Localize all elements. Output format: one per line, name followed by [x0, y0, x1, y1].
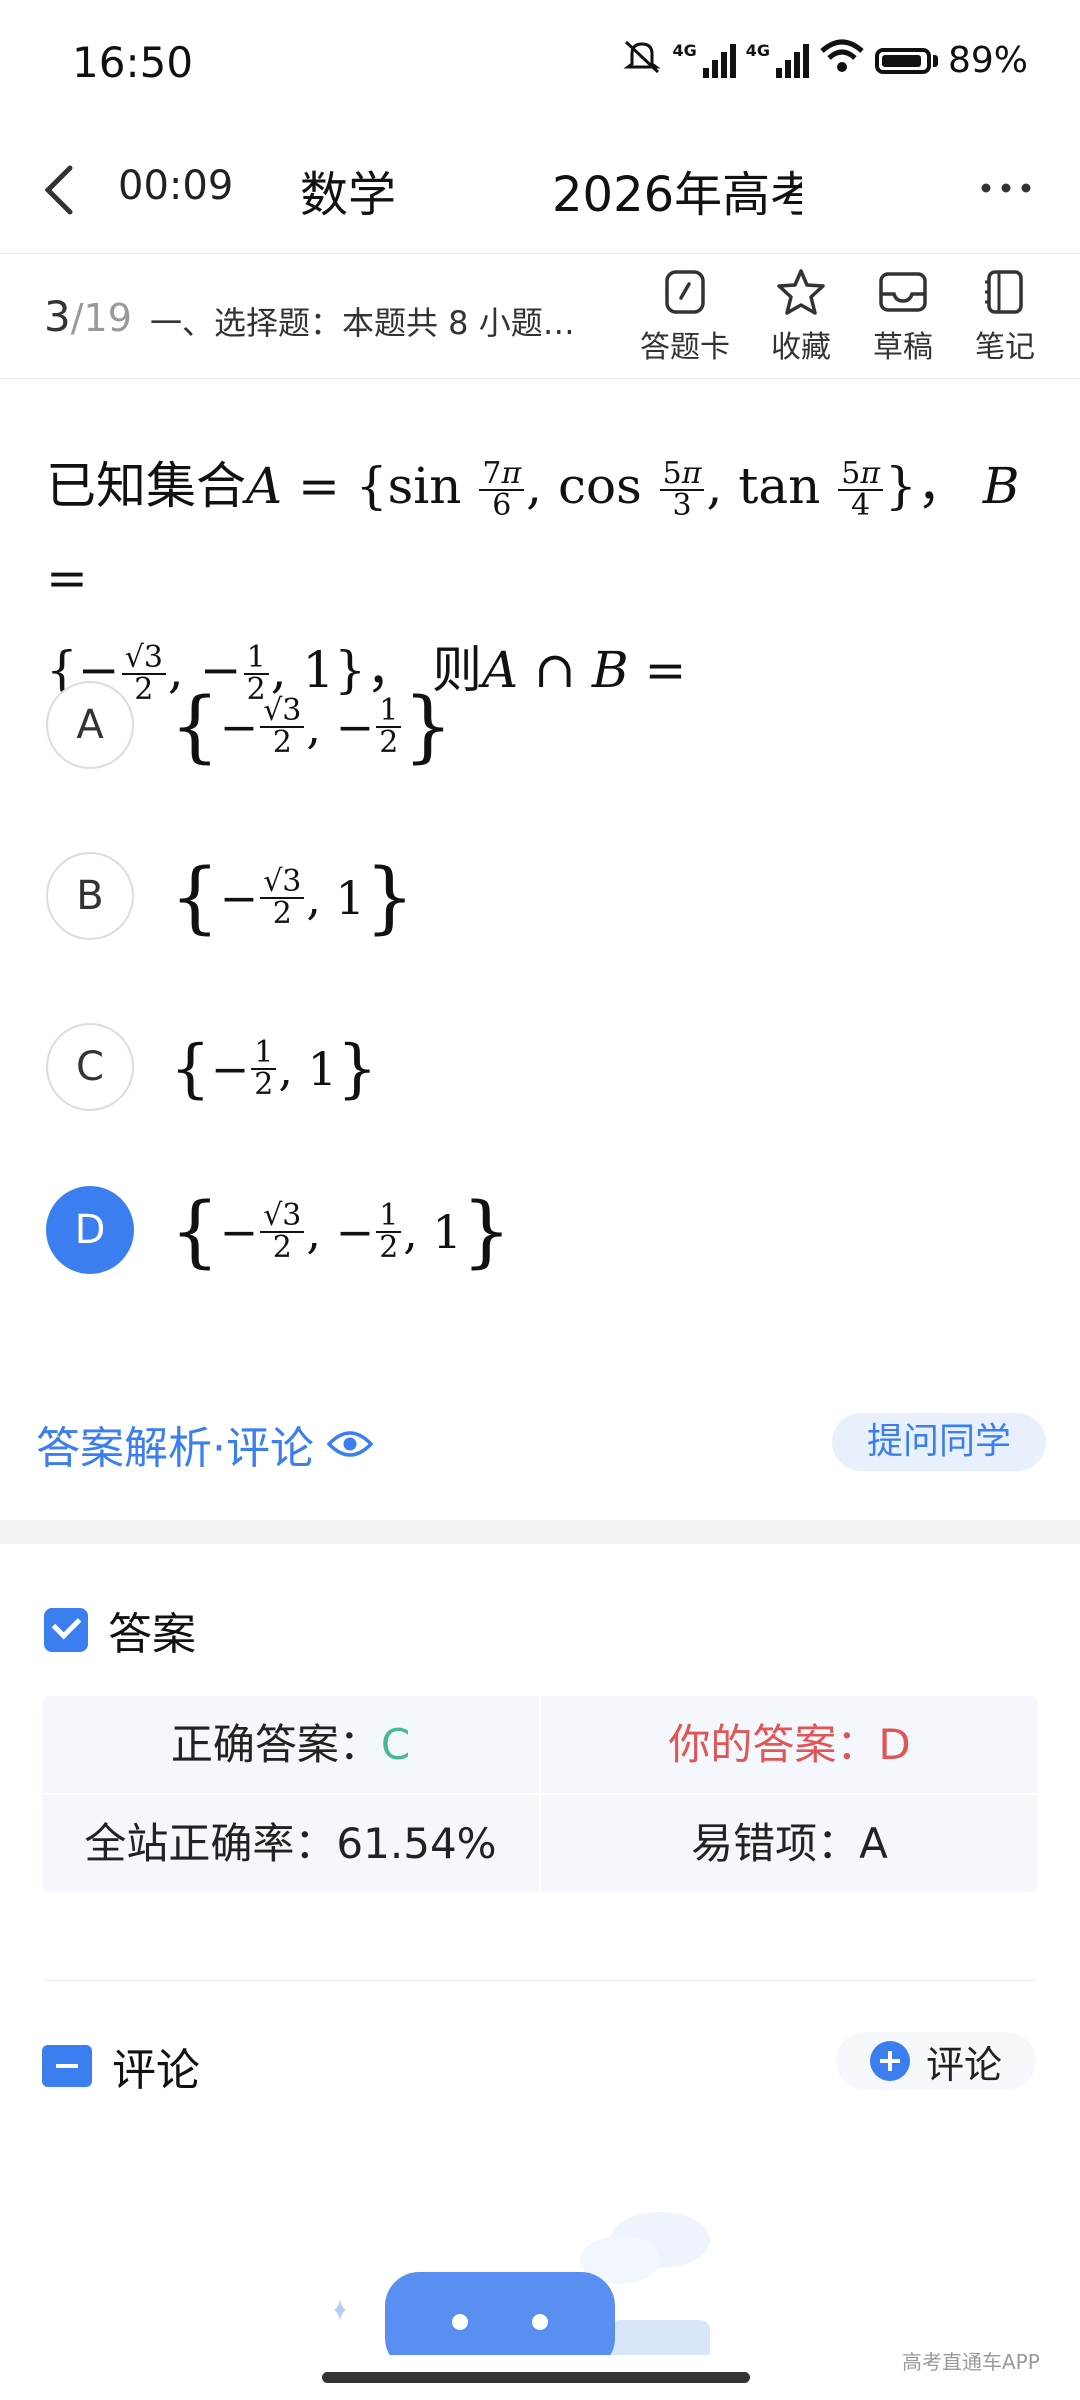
star-icon — [777, 269, 825, 315]
option-letter: B — [46, 852, 134, 940]
eye-icon — [326, 1431, 374, 1457]
correct-answer: 正确答案：C — [170, 1720, 411, 1769]
comment-icon — [42, 2045, 92, 2087]
notebook-icon — [985, 270, 1023, 314]
site-accuracy: 全站正确率：61.54% — [84, 1819, 497, 1868]
option-c[interactable]: C {−1 2, 1} — [46, 1023, 946, 1115]
comments-heading: 评论 — [42, 2034, 200, 2098]
option-letter: C — [46, 1023, 134, 1111]
more-dots-icon — [981, 183, 1031, 193]
option-b[interactable]: B {− √3 2, 1} — [46, 852, 946, 944]
analysis-comments-link[interactable]: 答案解析·评论 — [36, 1412, 374, 1476]
divider — [44, 1980, 1036, 1981]
exam-timer: 00:09 — [118, 163, 234, 209]
your-answer: 你的答案：D — [668, 1720, 911, 1769]
option-content: {−1 2, 1} — [170, 1032, 378, 1106]
section-divider — [0, 1520, 1080, 1544]
wifi-icon — [819, 39, 865, 82]
battery-percent: 89% — [947, 40, 1028, 81]
option-a[interactable]: A {− √3 2, −1 2} — [46, 681, 946, 773]
option-content: {− √3 2, −1 2} — [170, 682, 453, 772]
battery-icon — [874, 47, 931, 74]
chevron-left-icon — [44, 165, 73, 215]
draft-button[interactable]: 草稿 — [858, 268, 948, 366]
network-type-1: 4G — [672, 41, 697, 60]
option-letter: A — [46, 681, 134, 769]
favorite-button[interactable]: 收藏 — [756, 268, 846, 366]
question-counter: 3/19 — [44, 292, 132, 341]
section-title: 一、选择题：本题共 8 小题… — [150, 304, 575, 342]
signal-icon — [702, 43, 736, 78]
inbox-icon — [879, 272, 927, 312]
option-content: {− √3 2, −1 2, 1} — [170, 1187, 512, 1277]
app-watermark: 高考直通车APP — [902, 2350, 1040, 2374]
paper-title: 2026年高考 — [552, 167, 802, 223]
more-button[interactable] — [976, 158, 1036, 218]
checkbox-icon — [44, 1608, 88, 1652]
add-comment-button[interactable]: 评论 — [836, 2032, 1036, 2090]
status-icons: 4G 4G 89% — [622, 38, 1028, 83]
signal-icon — [775, 43, 809, 78]
answer-table: 正确答案：C 你的答案：D 全站正确率：61.54% 易错项：A — [42, 1696, 1038, 1892]
answer-heading: 答案 — [44, 1598, 196, 1662]
question-stem: 已知集合A = {sin 7π 6, cos 5π 3, tan 5π 4}， B =… — [46, 456, 1020, 707]
mute-icon — [622, 38, 662, 83]
notes-button[interactable]: 笔记 — [960, 268, 1050, 366]
empty-comments-illustration — [290, 2190, 750, 2372]
network-type-2: 4G — [745, 41, 770, 60]
ask-classmate-button[interactable]: 提问同学 — [832, 1413, 1046, 1471]
home-indicator[interactable] — [322, 2372, 750, 2383]
subject-title: 数学 — [300, 167, 397, 223]
plus-icon — [869, 2041, 910, 2081]
answer-sheet-button[interactable]: 答题卡 — [640, 268, 730, 366]
common-mistake: 易错项：A — [691, 1819, 888, 1868]
option-d[interactable]: D {− √3 2, −1 2, 1} — [46, 1186, 946, 1278]
status-time: 16:50 — [72, 38, 194, 87]
back-button[interactable] — [38, 160, 88, 220]
option-letter: D — [46, 1186, 134, 1274]
option-content: {− √3 2, 1} — [170, 853, 415, 943]
answer-sheet-icon — [665, 270, 705, 314]
